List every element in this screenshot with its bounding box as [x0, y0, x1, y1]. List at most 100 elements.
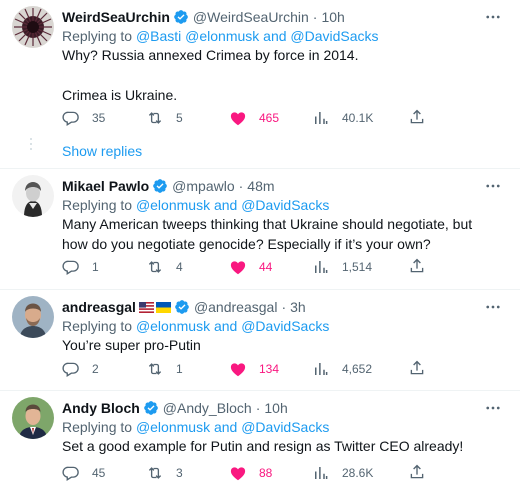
thread-connector: [30, 138, 34, 153]
sea-urchin-avatar-image: [12, 6, 54, 48]
ukraine-flag-icon: [155, 301, 171, 313]
author-handle[interactable]: @Andy_Bloch: [163, 399, 252, 417]
more-options-icon[interactable]: [484, 298, 502, 316]
timestamp[interactable]: 10h: [321, 8, 344, 26]
tweet-header: Andy Bloch @Andy_Bloch · 10h: [62, 399, 288, 417]
retweet-count: 1: [176, 362, 183, 376]
views-count: 1,514: [342, 260, 373, 274]
tweet-header: andreasgal @andreasgal · 3h: [62, 298, 306, 316]
andy-bloch-avatar-image: [12, 397, 54, 439]
timestamp[interactable]: 48m: [247, 177, 274, 195]
reply-button[interactable]: 2: [62, 359, 99, 379]
reply-button[interactable]: 45: [62, 463, 105, 483]
retweet-icon: [148, 363, 162, 375]
tweet-actions: 1 4 44 1,514: [62, 257, 462, 277]
author-handle[interactable]: @WeirdSeaUrchin: [193, 8, 309, 26]
replying-to-label: Replying to: [62, 318, 133, 334]
tweet-actions: 2 1 134 4,652: [62, 359, 462, 379]
retweet-count: 4: [176, 260, 183, 274]
retweet-icon: [148, 261, 162, 273]
author-name[interactable]: Andy Bloch: [62, 399, 140, 417]
avatar[interactable]: [12, 397, 54, 439]
views-count: 28.6K: [342, 466, 374, 480]
like-button[interactable]: 134: [229, 359, 279, 379]
retweet-icon: [148, 112, 162, 124]
author-handle[interactable]: @mpawlo: [172, 177, 234, 195]
views-count: 4,652: [342, 362, 373, 376]
reply-mentions-link[interactable]: @elonmusk and @DavidSacks: [136, 419, 329, 435]
views-button[interactable]: 4,652: [312, 359, 372, 379]
author-name[interactable]: Mikael Pawlo: [62, 177, 149, 195]
author-handle[interactable]: @andreasgal: [194, 298, 278, 316]
reply-mentions-link[interactable]: @Basti @elonmusk and @DavidSacks: [136, 28, 379, 44]
name-flags: [138, 301, 171, 313]
avatar[interactable]: [12, 6, 54, 48]
show-replies-link[interactable]: Show replies: [62, 142, 142, 160]
reply-count: 35: [92, 111, 106, 125]
reply-button[interactable]: 35: [62, 108, 105, 128]
author-name[interactable]: andreasgal: [62, 298, 136, 316]
share-icon[interactable]: [408, 359, 426, 377]
more-options-icon[interactable]: [484, 8, 502, 26]
tweet-text: Set a good example for Putin and resign …: [62, 436, 492, 456]
separator: ·: [238, 178, 244, 194]
tweet-text-line: Why? Russia annexed Crimea by force in 2…: [62, 47, 359, 63]
tweet-weirdseaurchin[interactable]: WeirdSeaUrchin @WeirdSeaUrchin · 10h Rep…: [0, 0, 520, 168]
retweet-button[interactable]: 3: [146, 463, 183, 483]
like-count: 465: [259, 111, 280, 125]
views-bar-chart-icon: [315, 467, 328, 479]
views-button[interactable]: 40.1K: [312, 108, 373, 128]
like-button[interactable]: 465: [229, 108, 279, 128]
reply-button[interactable]: 1: [62, 257, 99, 277]
avatar[interactable]: [12, 175, 54, 217]
verified-badge-icon: [173, 9, 189, 25]
like-button[interactable]: 44: [229, 257, 272, 277]
retweet-icon: [148, 467, 162, 479]
heart-filled-icon: [230, 261, 246, 275]
separator: ·: [255, 400, 261, 416]
reply-icon: [62, 466, 79, 481]
tweet-header: Mikael Pawlo @mpawlo · 48m: [62, 177, 275, 195]
heart-filled-icon: [230, 467, 246, 481]
separator: ·: [312, 9, 318, 25]
more-options-icon[interactable]: [484, 177, 502, 195]
more-options-icon[interactable]: [484, 399, 502, 417]
avatar[interactable]: [12, 296, 54, 338]
reply-mentions-link[interactable]: @elonmusk and @DavidSacks: [136, 197, 329, 213]
tweet-actions: 45 3 88 28.6K: [62, 463, 462, 483]
views-bar-chart-icon: [315, 363, 328, 375]
author-name[interactable]: WeirdSeaUrchin: [62, 8, 170, 26]
verified-badge-icon: [143, 400, 159, 416]
replying-to: Replying to @elonmusk and @DavidSacks: [62, 196, 329, 214]
heart-filled-icon: [230, 363, 246, 377]
reply-icon: [62, 111, 79, 126]
like-count: 134: [259, 362, 280, 376]
verified-badge-icon: [152, 178, 168, 194]
reply-mentions-link[interactable]: @elonmusk and @DavidSacks: [136, 318, 329, 334]
reply-count: 1: [92, 260, 99, 274]
tweet-header: WeirdSeaUrchin @WeirdSeaUrchin · 10h: [62, 8, 345, 26]
andreasgal-avatar-image: [12, 296, 54, 338]
share-icon[interactable]: [408, 257, 426, 275]
retweet-button[interactable]: 5: [146, 108, 183, 128]
tweet-andreasgal[interactable]: andreasgal @andreasgal · 3h Replying to …: [0, 290, 520, 390]
reply-icon: [62, 260, 79, 275]
tweet-mikael-pawlo[interactable]: Mikael Pawlo @mpawlo · 48m Replying to @…: [0, 169, 520, 289]
views-button[interactable]: 1,514: [312, 257, 372, 277]
timestamp[interactable]: 3h: [290, 298, 306, 316]
tweet-andy-bloch[interactable]: Andy Bloch @Andy_Bloch · 10h Replying to…: [0, 391, 520, 500]
replying-to-label: Replying to: [62, 197, 133, 213]
share-icon[interactable]: [408, 108, 426, 126]
mikael-pawlo-avatar-image: [12, 175, 54, 217]
timestamp[interactable]: 10h: [264, 399, 287, 417]
retweet-button[interactable]: 4: [146, 257, 183, 277]
retweet-button[interactable]: 1: [146, 359, 183, 379]
views-bar-chart-icon: [315, 261, 328, 273]
views-button[interactable]: 28.6K: [312, 463, 373, 483]
share-icon[interactable]: [408, 463, 426, 481]
retweet-count: 5: [176, 111, 183, 125]
reply-icon: [62, 362, 79, 377]
replying-to: Replying to @elonmusk and @DavidSacks: [62, 317, 329, 335]
us-flag-icon: [138, 301, 154, 313]
like-button[interactable]: 88: [229, 463, 272, 483]
